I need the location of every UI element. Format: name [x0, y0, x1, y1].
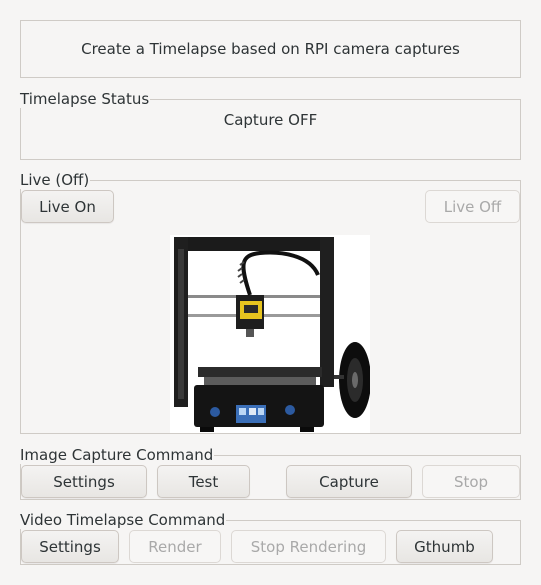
live-legend: Live (Off) — [19, 171, 91, 189]
capture-test-button[interactable]: Test — [157, 465, 250, 498]
capture-stop-button[interactable]: Stop — [422, 465, 520, 498]
stop-rendering-button[interactable]: Stop Rendering — [231, 530, 386, 563]
status-legend: Timelapse Status — [19, 90, 151, 108]
live-off-button[interactable]: Live Off — [425, 190, 520, 223]
capture-settings-button[interactable]: Settings — [21, 465, 147, 498]
3d-printer-icon — [170, 235, 370, 433]
capture-status-text: Capture OFF — [223, 111, 318, 129]
app-title: Create a Timelapse based on RPI camera c… — [81, 40, 460, 58]
gthumb-button[interactable]: Gthumb — [396, 530, 493, 563]
render-button[interactable]: Render — [129, 530, 221, 563]
video-settings-button[interactable]: Settings — [21, 530, 119, 563]
capture-start-button[interactable]: Capture — [286, 465, 412, 498]
video-legend: Video Timelapse Command — [19, 511, 227, 529]
status-frame: Capture OFF — [20, 99, 521, 160]
camera-preview-image — [170, 235, 370, 433]
capture-legend: Image Capture Command — [19, 446, 215, 464]
header-frame: Create a Timelapse based on RPI camera c… — [20, 20, 521, 78]
live-on-button[interactable]: Live On — [21, 190, 114, 223]
